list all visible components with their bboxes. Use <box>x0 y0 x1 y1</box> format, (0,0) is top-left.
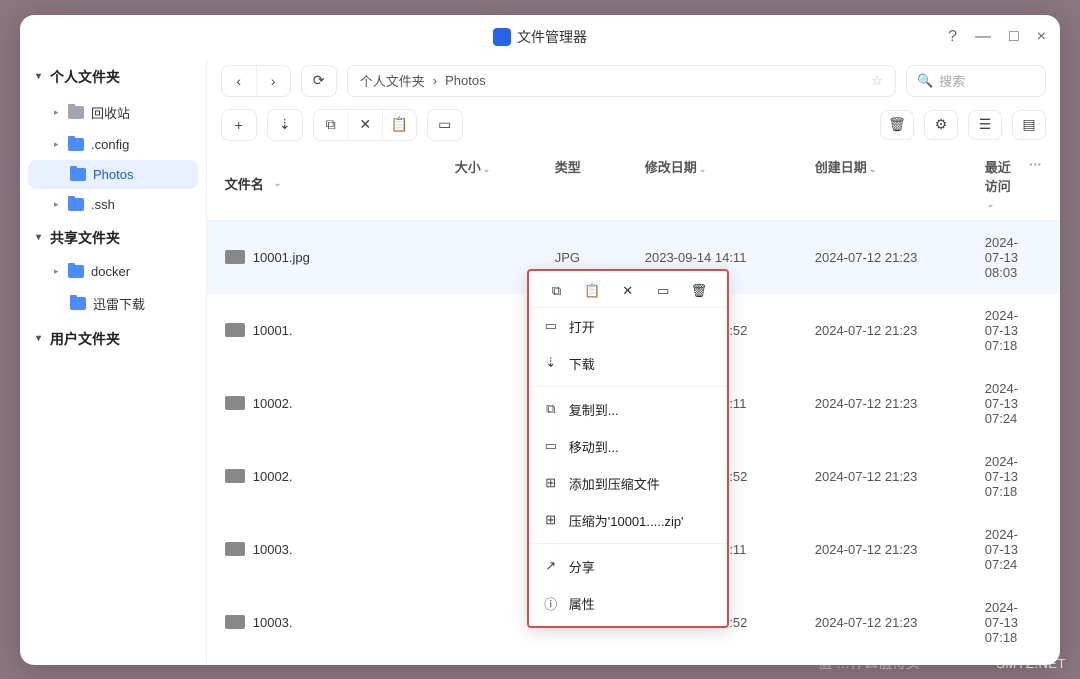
download-button[interactable]: ⇣ <box>268 110 302 140</box>
file-thumb-icon <box>225 396 245 410</box>
cm-copy-icon[interactable]: ⧉ <box>547 283 567 299</box>
cm-item-icon: ⧉ <box>543 401 559 417</box>
cm-item-icon: ↗ <box>543 558 559 574</box>
crumb-sep: › <box>433 73 437 88</box>
col-accessed[interactable]: 最近访问⌄ <box>985 157 1018 210</box>
crumb-current[interactable]: Photos <box>445 73 485 88</box>
context-menu-item[interactable]: ⓘ属性 <box>529 585 727 622</box>
cm-new-icon[interactable]: ▭ <box>653 283 673 299</box>
forward-button[interactable]: › <box>256 66 290 96</box>
folder-icon <box>68 106 84 119</box>
tree-section-header[interactable]: ▾个人文件夹 <box>28 59 198 95</box>
tree-section-header[interactable]: ▾用户文件夹 <box>28 321 198 357</box>
context-menu-item[interactable]: ↗分享 <box>529 548 727 585</box>
cm-paste-icon[interactable]: 📋 <box>582 283 602 299</box>
file-thumb-icon <box>225 542 245 556</box>
view-button[interactable]: ▤ <box>1012 110 1046 140</box>
trash-button[interactable]: 🗑 <box>880 110 914 140</box>
app-title: 文件管理器 <box>517 27 587 47</box>
tree-item[interactable]: ▸.config <box>28 130 198 159</box>
main: ▾个人文件夹▸回收站▸.configPhotos▸.ssh▾共享文件夹▸dock… <box>20 59 1060 665</box>
cm-delete-icon[interactable]: 🗑 <box>689 283 709 299</box>
context-menu-item[interactable]: ⊞添加到压缩文件 <box>529 465 727 502</box>
help-button[interactable]: ? <box>948 28 957 46</box>
file-thumb-icon <box>225 615 245 629</box>
tree-item[interactable]: ▸回收站 <box>28 96 198 129</box>
table-row[interactable]: 10004.JPG2023-09-14 14:112024-07-12 21:2… <box>207 659 1060 665</box>
col-created[interactable]: 创建日期⌄ <box>815 157 985 210</box>
context-menu-item[interactable]: ▭移动到... <box>529 428 727 465</box>
crumb-root[interactable]: 个人文件夹 <box>360 71 425 90</box>
tree-item[interactable]: Photos <box>28 160 198 189</box>
cm-item-icon: ▭ <box>543 318 559 334</box>
folder-icon <box>68 138 84 151</box>
breadcrumb[interactable]: 个人文件夹 › Photos ☆ <box>347 65 896 97</box>
tree-item[interactable]: 迅雷下载 <box>28 287 198 320</box>
search-placeholder: 搜索 <box>939 71 965 90</box>
col-modified[interactable]: 修改日期⌄ <box>645 157 815 210</box>
tree-section-header[interactable]: ▾共享文件夹 <box>28 220 198 256</box>
context-menu: ⧉ 📋 ✕ ▭ 🗑 ▭打开⇣下载 ⧉复制到...▭移动到...⊞添加到压缩文件⊞压… <box>527 269 729 628</box>
cm-item-icon: ⓘ <box>543 594 559 613</box>
context-menu-item[interactable]: ⇣下载 <box>529 345 727 382</box>
folder-icon <box>68 265 84 278</box>
titlebar: 文件管理器 ? — □ × <box>20 15 1060 59</box>
context-menu-item[interactable]: ⊞压缩为'10001.....zip' <box>529 502 727 539</box>
folder-icon <box>70 168 86 181</box>
nav-row: ‹ › ⟳ 个人文件夹 › Photos ☆ 🔍 搜索 <box>207 59 1060 103</box>
toolbar: + ⇣ ⧉ ✕ 📋 ▭ 🗑 ⚙ ☰ ▤ <box>207 103 1060 147</box>
newfolder-button[interactable]: ▭ <box>428 110 462 140</box>
context-menu-item[interactable]: ⧉复制到... <box>529 391 727 428</box>
minimize-button[interactable]: — <box>975 28 991 46</box>
paste-button[interactable]: 📋 <box>382 110 416 140</box>
col-type[interactable]: 类型 <box>555 157 645 210</box>
refresh-button[interactable]: ⟳ <box>302 66 336 96</box>
star-icon[interactable]: ☆ <box>871 73 883 89</box>
cut-button[interactable]: ✕ <box>348 110 382 140</box>
tree-item[interactable]: ▸docker <box>28 257 198 286</box>
table-header: 文件名⌄ 大小⌄ 类型 修改日期⌄ 创建日期⌄ 最近访问⌄ ··· <box>207 147 1060 221</box>
settings-button[interactable]: ⚙ <box>924 110 958 140</box>
cm-item-icon: ⊞ <box>543 512 559 528</box>
copy-button[interactable]: ⧉ <box>314 110 348 140</box>
watermark-left: 值 …什么值得买 <box>818 653 920 673</box>
cm-cut-icon[interactable]: ✕ <box>618 283 638 299</box>
col-name[interactable]: 文件名⌄ <box>225 157 455 210</box>
tree-item[interactable]: ▸.ssh <box>28 190 198 219</box>
context-menu-item[interactable]: ▭打开 <box>529 308 727 345</box>
file-thumb-icon <box>225 250 245 264</box>
window-controls: ? — □ × <box>948 15 1046 59</box>
sort-button[interactable]: ☰ <box>968 110 1002 140</box>
search-icon: 🔍 <box>917 73 933 89</box>
app-window: 文件管理器 ? — □ × ▾个人文件夹▸回收站▸.configPhotos▸.… <box>20 15 1060 665</box>
folder-icon <box>70 297 86 310</box>
sidebar: ▾个人文件夹▸回收站▸.configPhotos▸.ssh▾共享文件夹▸dock… <box>20 59 207 665</box>
cm-item-icon: ▭ <box>543 438 559 454</box>
file-thumb-icon <box>225 323 245 337</box>
folder-icon <box>68 198 84 211</box>
search-input[interactable]: 🔍 搜索 <box>906 65 1046 97</box>
back-button[interactable]: ‹ <box>222 66 256 96</box>
col-more[interactable]: ··· <box>1018 157 1042 210</box>
col-size[interactable]: 大小⌄ <box>455 157 555 210</box>
cm-item-icon: ⊞ <box>543 475 559 491</box>
add-button[interactable]: + <box>222 110 256 140</box>
watermark-right: SMYZ.NET <box>996 656 1066 671</box>
maximize-button[interactable]: □ <box>1009 28 1019 46</box>
file-thumb-icon <box>225 469 245 483</box>
close-button[interactable]: × <box>1037 28 1046 46</box>
cm-item-icon: ⇣ <box>543 355 559 371</box>
content: ‹ › ⟳ 个人文件夹 › Photos ☆ 🔍 搜索 + ⇣ <box>207 59 1060 665</box>
context-quick-row: ⧉ 📋 ✕ ▭ 🗑 <box>529 275 727 308</box>
app-icon <box>493 28 511 46</box>
